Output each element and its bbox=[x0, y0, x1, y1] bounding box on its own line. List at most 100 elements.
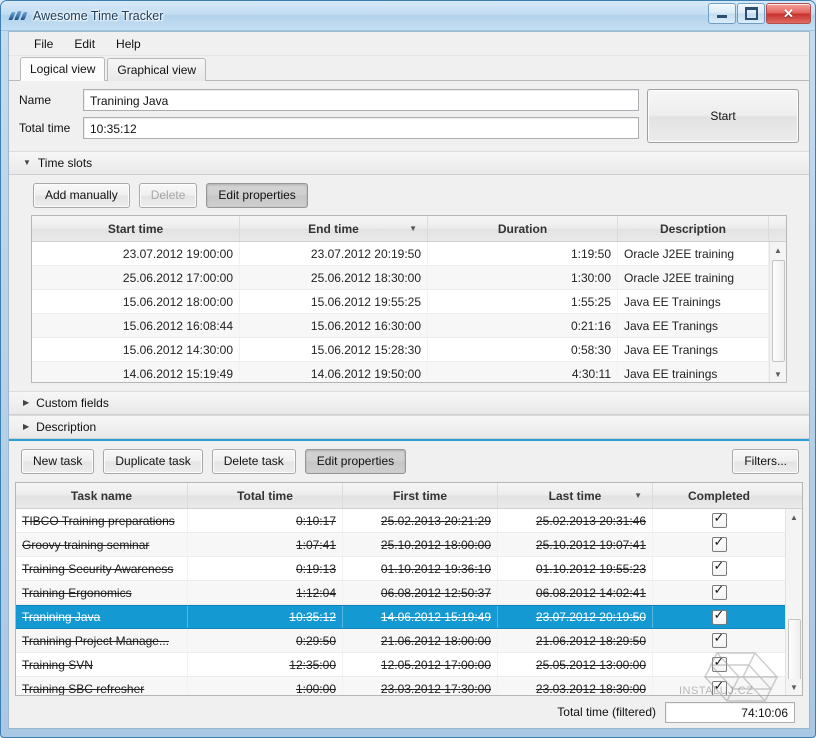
time-slots-body-wrap: 23.07.2012 19:00:00 23.07.2012 20:19:50 1:… bbox=[32, 242, 786, 382]
close-button[interactable]: ✕ bbox=[766, 3, 811, 24]
table-row[interactable]: 15.06.2012 14:30:00 15.06.2012 15:28:30 0:… bbox=[32, 338, 769, 362]
cell-first-time: 06.08.2012 12:50:37 bbox=[343, 581, 498, 604]
cell-duration: 4:30:11 bbox=[428, 362, 618, 382]
table-row[interactable]: 15.06.2012 16:08:44 15.06.2012 16:30:00 0:… bbox=[32, 314, 769, 338]
tab-graphical-view[interactable]: Graphical view bbox=[107, 58, 207, 81]
col-last-time[interactable]: Last time ▼ bbox=[498, 483, 653, 508]
edit-task-properties-button[interactable]: Edit properties bbox=[304, 449, 407, 474]
completed-checkbox[interactable] bbox=[711, 631, 727, 648]
cell-start-time: 23.07.2012 19:00:00 bbox=[32, 242, 240, 265]
window-controls: ✕ bbox=[708, 3, 811, 24]
maximize-button[interactable] bbox=[737, 3, 765, 24]
chevron-right-icon: ▶ bbox=[23, 398, 30, 407]
menu-item-file[interactable]: File bbox=[25, 34, 62, 54]
col-task-name[interactable]: Task name bbox=[16, 483, 188, 508]
table-row[interactable]: Training SVN 12:35:00 12.05.2012 17:00:00 2… bbox=[16, 653, 785, 677]
scroll-thumb[interactable] bbox=[772, 260, 785, 362]
task-toolbar: New task Duplicate task Delete task Edit… bbox=[9, 441, 809, 482]
col-start-time[interactable]: Start time bbox=[32, 216, 240, 241]
completed-checkbox[interactable] bbox=[711, 679, 727, 695]
time-slots-header: Start time End time ▼ Duration Descripti… bbox=[32, 216, 786, 242]
start-button[interactable]: Start bbox=[647, 89, 799, 143]
view-tabs: Logical view Graphical view bbox=[9, 56, 809, 81]
scroll-down-icon[interactable]: ▼ bbox=[770, 366, 786, 382]
total-time-input[interactable]: 10:35:12 bbox=[83, 117, 639, 139]
tasks-scroll-thumb[interactable] bbox=[788, 619, 801, 687]
task-list-pane: New task Duplicate task Delete task Edit… bbox=[9, 439, 809, 728]
title-bar: Awesome Time Tracker ✕ bbox=[1, 1, 815, 31]
name-label: Name bbox=[19, 93, 52, 107]
minimize-button[interactable] bbox=[708, 3, 736, 24]
cell-task-name: Tranining Project Manage... bbox=[16, 629, 188, 652]
col-end-time[interactable]: End time ▼ bbox=[240, 216, 428, 241]
section-time-slots-label: Time slots bbox=[37, 156, 93, 170]
col-first-time[interactable]: First time bbox=[343, 483, 498, 508]
col-description[interactable]: Description bbox=[618, 216, 769, 241]
col-spacer bbox=[769, 216, 786, 241]
chevron-down-icon: ▼ bbox=[23, 158, 31, 167]
section-custom-fields-label: Custom fields bbox=[36, 396, 109, 410]
col-end-time-label: End time bbox=[308, 221, 359, 236]
section-custom-fields[interactable]: ▶ Custom fields bbox=[9, 391, 809, 415]
tasks-body: TIBCO Training preparations 0:10:17 25.02.… bbox=[16, 509, 785, 695]
table-row[interactable]: TIBCO Training preparations 0:10:17 25.02.… bbox=[16, 509, 785, 533]
menu-bar: File Edit Help bbox=[9, 32, 809, 56]
duplicate-task-button[interactable]: Duplicate task bbox=[103, 449, 203, 474]
cell-first-time: 12.05.2012 17:00:00 bbox=[343, 653, 498, 676]
table-row[interactable]: Groovy training seminar 1:07:41 25.10.2012… bbox=[16, 533, 785, 557]
cell-task-name: TIBCO Training preparations bbox=[16, 509, 188, 532]
cell-total-time: 12:35:00 bbox=[188, 653, 343, 676]
new-task-button[interactable]: New task bbox=[21, 449, 95, 474]
table-row[interactable]: 14.06.2012 15:19:49 14.06.2012 19:50:00 4:… bbox=[32, 362, 769, 382]
delete-task-button[interactable]: Delete task bbox=[211, 449, 296, 474]
pane-gap bbox=[9, 383, 809, 391]
tasks-scrollbar[interactable]: ▲ ▼ bbox=[785, 509, 802, 695]
cell-first-time: 25.02.2013 20:21:29 bbox=[343, 509, 498, 532]
name-input[interactable]: Tranining Java bbox=[83, 89, 639, 111]
tasks-scroll-down-icon[interactable]: ▼ bbox=[786, 679, 802, 695]
time-slots-scrollbar[interactable]: ▲ ▼ bbox=[769, 242, 786, 382]
table-row[interactable]: Tranining Project Manage... 0:29:50 21.06.… bbox=[16, 629, 785, 653]
cell-description: Java EE Trainings bbox=[618, 290, 769, 313]
tasks-header: Task name Total time First time Last tim… bbox=[16, 483, 802, 509]
completed-checkbox[interactable] bbox=[711, 511, 727, 528]
table-row[interactable]: 15.06.2012 18:00:00 15.06.2012 19:55:25 1:… bbox=[32, 290, 769, 314]
table-row[interactable]: 23.07.2012 19:00:00 23.07.2012 20:19:50 1:… bbox=[32, 242, 769, 266]
completed-checkbox[interactable] bbox=[711, 655, 727, 672]
tab-logical-view[interactable]: Logical view bbox=[20, 57, 106, 81]
col-completed[interactable]: Completed bbox=[653, 483, 785, 508]
minimize-icon bbox=[717, 15, 727, 18]
section-time-slots[interactable]: ▼ Time slots bbox=[9, 151, 809, 175]
table-row[interactable]: Training Security Awareness 0:19:13 01.10.… bbox=[16, 557, 785, 581]
section-description[interactable]: ▶ Description bbox=[9, 415, 809, 439]
add-manually-button[interactable]: Add manually bbox=[33, 183, 130, 208]
completed-checkbox[interactable] bbox=[711, 535, 727, 552]
completed-checkbox[interactable] bbox=[711, 608, 727, 625]
cell-end-time: 15.06.2012 15:28:30 bbox=[240, 338, 428, 361]
cell-description: Oracle J2EE training bbox=[618, 242, 769, 265]
cell-task-name: Training Security Awareness bbox=[16, 557, 188, 580]
completed-checkbox[interactable] bbox=[711, 559, 727, 576]
cell-completed bbox=[653, 509, 785, 532]
col-total-time[interactable]: Total time bbox=[188, 483, 343, 508]
tasks-scroll-up-icon[interactable]: ▲ bbox=[786, 509, 802, 525]
menu-item-edit[interactable]: Edit bbox=[65, 34, 104, 54]
sort-descending-icon-2: ▼ bbox=[634, 491, 642, 500]
table-row[interactable]: Training SBC refresher 1:00:00 23.03.2012 … bbox=[16, 677, 785, 695]
table-row[interactable]: 25.06.2012 17:00:00 25.06.2012 18:30:00 1:… bbox=[32, 266, 769, 290]
menu-item-help[interactable]: Help bbox=[107, 34, 150, 54]
app-logo-icon bbox=[8, 8, 28, 23]
cell-task-name: Training SVN bbox=[16, 653, 188, 676]
edit-slot-properties-button[interactable]: Edit properties bbox=[206, 183, 308, 208]
table-row[interactable]: Training Ergonomics 1:12:04 06.08.2012 12:… bbox=[16, 581, 785, 605]
cell-last-time: 25.10.2012 19:07:41 bbox=[498, 533, 653, 556]
time-slots-table: Start time End time ▼ Duration Descripti… bbox=[31, 215, 787, 383]
completed-checkbox[interactable] bbox=[711, 583, 727, 600]
cell-last-time: 23.07.2012 20:19:50 bbox=[498, 606, 653, 628]
sort-descending-icon: ▼ bbox=[409, 224, 417, 233]
filters-button[interactable]: Filters... bbox=[732, 449, 799, 474]
table-row[interactable]: Tranining Java 10:35:12 14.06.2012 15:19:4… bbox=[16, 605, 785, 629]
cell-total-time: 1:07:41 bbox=[188, 533, 343, 556]
scroll-up-icon[interactable]: ▲ bbox=[770, 242, 786, 258]
col-duration[interactable]: Duration bbox=[428, 216, 618, 241]
